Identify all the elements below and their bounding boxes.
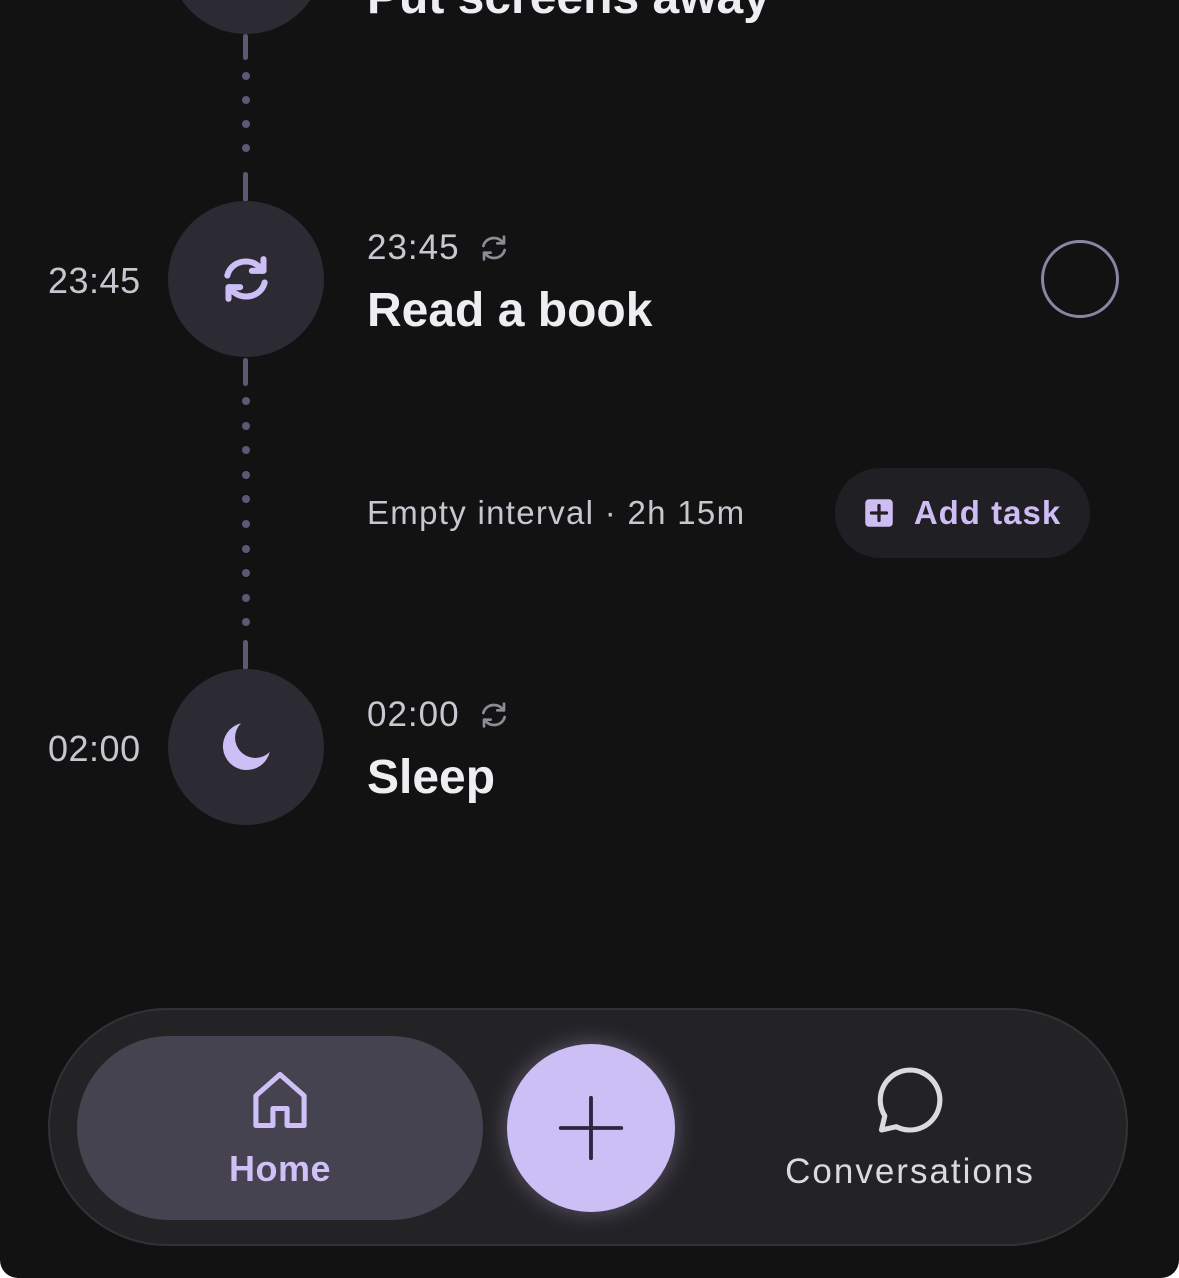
moon-icon [222,723,270,771]
add-fab-button[interactable] [507,1044,675,1212]
task-time: 23:45 [367,228,460,267]
task-title[interactable]: Read a book [367,283,652,338]
previous-task-title[interactable]: Put screens away [367,0,770,25]
timeline-connector [243,172,248,202]
repeat-icon [224,256,268,302]
task-side-time: 23:45 [48,260,141,301]
chat-bubble-icon [877,1067,943,1133]
task-time-row: 23:45 [367,228,510,268]
add-task-label: Add task [913,494,1062,531]
nav-conversations-label: Conversations [785,1152,1035,1191]
nav-conversations-tab[interactable]: Conversations [740,1036,1080,1220]
task-time: 02:00 [367,695,460,734]
timeline-connector [243,640,248,670]
empty-interval-label: Empty interval · 2h 15m [367,494,746,531]
app-screen: Put screens away 23:45 23:45 Read a book… [0,0,1179,1278]
task-node[interactable] [168,669,324,825]
task-node[interactable] [168,201,324,357]
timeline-connector [243,34,248,60]
bottom-navigation-bar: Home Conversations [48,1008,1128,1246]
home-icon [253,1071,307,1129]
add-task-button[interactable]: Add task [835,468,1090,558]
plus-icon [558,1095,624,1161]
task-title[interactable]: Sleep [367,750,495,805]
task-side-time: 02:00 [48,728,141,769]
nav-home-label: Home [228,1148,332,1189]
repeat-icon [481,702,506,728]
timeline-dotted-connector [242,72,250,152]
repeat-icon [481,235,506,261]
nav-home-tab[interactable]: Home [77,1036,483,1220]
task-time-row: 02:00 [367,695,510,735]
task-complete-checkbox[interactable] [1041,240,1119,318]
plus-box-icon [865,499,893,527]
timeline-dotted-connector [242,397,250,627]
timeline-connector [243,358,248,386]
previous-task-node[interactable] [168,0,324,34]
